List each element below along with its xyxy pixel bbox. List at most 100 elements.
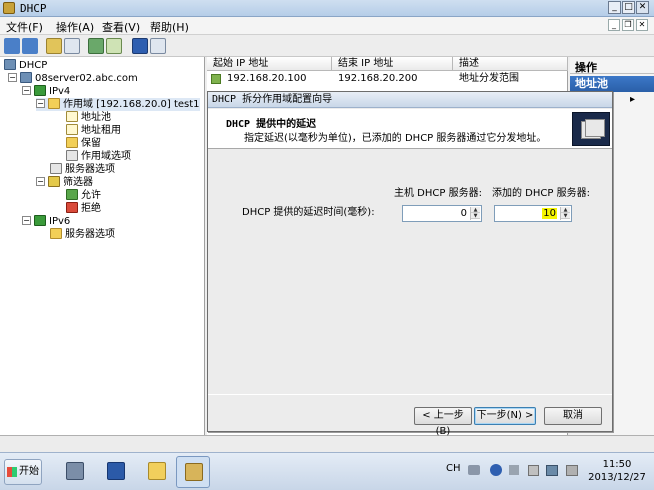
column-header-description[interactable]: 描述: [453, 57, 568, 71]
menu-file[interactable]: 文件(F): [6, 19, 43, 35]
taskbar: 开始 CH 11:50 2013/12/27: [0, 452, 654, 490]
close-button[interactable]: ✕: [636, 1, 649, 14]
help-tray-icon[interactable]: [490, 464, 502, 476]
language-indicator[interactable]: CH: [446, 463, 461, 474]
reservations-icon: [66, 137, 78, 148]
collapse-icon[interactable]: −: [8, 73, 17, 82]
tree-node-server-options-v6[interactable]: 服务器选项: [50, 228, 115, 241]
network-icon[interactable]: [546, 465, 558, 476]
toolbar: [0, 35, 654, 57]
tree-node-server-options-v4[interactable]: 服务器选项: [50, 163, 115, 176]
folder-icon: [148, 462, 166, 480]
wizard-pages-icon: [572, 112, 610, 146]
row-start-ip[interactable]: 192.168.20.100: [227, 72, 307, 85]
collapse-icon[interactable]: −: [22, 86, 31, 95]
back-arrow-icon[interactable]: [4, 38, 20, 54]
server-icon: [20, 72, 32, 83]
title-bar[interactable]: DHCP _ □ ✕: [0, 0, 654, 17]
keyboard-icon[interactable]: [468, 465, 480, 475]
collapse-icon[interactable]: −: [36, 177, 45, 186]
tree-node-scope[interactable]: − 作用域 [192.168.20.0] test1: [36, 98, 200, 111]
server-manager-taskbar-button[interactable]: [58, 456, 92, 488]
deny-icon: [66, 202, 78, 213]
added-delay-value: 10: [542, 208, 557, 219]
tree-node-deny[interactable]: 拒绝: [66, 202, 101, 215]
delay-label: DHCP 提供的延迟时间(毫秒):: [242, 207, 375, 218]
help-icon[interactable]: [132, 38, 148, 54]
server-options-icon: [50, 163, 62, 174]
host-server-label: 主机 DHCP 服务器:: [394, 188, 482, 199]
export-list-icon[interactable]: [106, 38, 122, 54]
show-hide-tree-icon[interactable]: [64, 38, 80, 54]
scope-folder-icon: [48, 98, 60, 109]
host-delay-arrows[interactable]: ▲ ▼: [470, 207, 480, 220]
column-header-end-ip[interactable]: 结束 IP 地址: [332, 57, 453, 71]
added-server-label: 添加的 DHCP 服务器:: [492, 188, 590, 199]
explorer-taskbar-button[interactable]: [140, 456, 174, 488]
tree-node-dhcp[interactable]: DHCP: [4, 59, 47, 72]
forward-arrow-icon[interactable]: [22, 38, 38, 54]
action-pane-icon[interactable]: [150, 38, 166, 54]
wizard-header: DHCP 提供中的延迟 指定延迟(以毫秒为单位)，已添加的 DHCP 服务器通过…: [208, 109, 612, 149]
host-delay-stepper[interactable]: 0 ▲ ▼: [402, 205, 482, 222]
clock-time: 11:50: [602, 459, 632, 470]
address-pool-icon: [66, 111, 78, 122]
mdi-minimize-icon[interactable]: _: [608, 19, 620, 31]
status-bar: [0, 435, 654, 452]
collapse-icon[interactable]: −: [22, 216, 31, 225]
ipv6-icon: [34, 215, 46, 226]
refresh-icon[interactable]: [88, 38, 104, 54]
tray-options-icon[interactable]: [509, 465, 519, 475]
wizard-separator: [208, 394, 612, 395]
mdi-close-icon[interactable]: ✕: [636, 19, 648, 31]
menu-view[interactable]: 查看(V): [102, 19, 140, 35]
tree-node-ipv6[interactable]: − IPv6: [22, 215, 70, 228]
split-scope-wizard: DHCP 拆分作用域配置向导 DHCP 提供中的延迟 指定延迟(以毫秒为单位)，…: [207, 91, 613, 437]
row-description: 地址分发范围: [459, 73, 519, 84]
wizard-heading: DHCP 提供中的延迟: [226, 119, 317, 130]
back-button[interactable]: < 上一步(B): [414, 407, 472, 437]
tree-node-scope-options[interactable]: 作用域选项: [66, 150, 131, 163]
added-delay-stepper[interactable]: 10 ▲ ▼: [494, 205, 572, 222]
tree-node-address-leases[interactable]: 地址租用: [66, 124, 121, 137]
maximize-button[interactable]: □: [622, 1, 635, 14]
menu-help[interactable]: 帮助(H): [150, 19, 189, 35]
menu-bar: 文件(F) 操作(A) 查看(V) 帮助(H) _ ❐ ✕: [0, 17, 654, 35]
column-header-start-ip[interactable]: 起始 IP 地址: [207, 57, 332, 71]
added-delay-arrows[interactable]: ▲ ▼: [560, 207, 570, 220]
collapse-icon[interactable]: −: [36, 99, 45, 108]
tree-node-address-pool[interactable]: 地址池: [66, 111, 111, 124]
host-delay-value: 0: [460, 208, 467, 219]
start-button[interactable]: 开始: [4, 459, 42, 485]
spin-down-icon[interactable]: ▼: [471, 213, 480, 219]
console-tree: DHCP −08server02.abc.com − IPv4 − 作用域 [192…: [0, 57, 205, 435]
dhcp-taskbar-button[interactable]: [176, 456, 210, 488]
mdi-restore-icon[interactable]: ❐: [622, 19, 634, 31]
up-folder-icon[interactable]: [46, 38, 62, 54]
cancel-button[interactable]: 取消: [544, 407, 602, 425]
actions-address-pool[interactable]: 地址池: [570, 76, 654, 92]
tree-node-ipv4[interactable]: − IPv4: [22, 85, 70, 98]
spin-down-icon[interactable]: ▼: [561, 213, 570, 219]
tree-node-allow[interactable]: 允许: [66, 189, 101, 202]
minimize-button[interactable]: _: [608, 1, 621, 14]
row-end-ip: 192.168.20.200: [338, 73, 418, 84]
ipv4-icon: [34, 85, 46, 96]
windows-logo-icon: [7, 467, 17, 477]
mdi-controls: _ ❐ ✕: [608, 19, 648, 31]
tree-node-server[interactable]: −08server02.abc.com: [8, 72, 138, 85]
system-clock[interactable]: 11:50 2013/12/27: [584, 458, 650, 484]
volume-icon[interactable]: [566, 465, 578, 476]
filter-icon: [48, 176, 60, 187]
server-options-v6-icon: [50, 228, 62, 239]
action-center-icon[interactable]: [528, 465, 539, 476]
menu-action[interactable]: 操作(A): [56, 19, 94, 35]
next-button[interactable]: 下一步(N) >: [474, 407, 536, 425]
dhcp-app-icon: [3, 2, 15, 14]
tree-node-filters[interactable]: − 筛选器: [36, 176, 93, 189]
ip-range-icon: [211, 74, 221, 84]
wizard-description: 指定延迟(以毫秒为单位)，已添加的 DHCP 服务器通过它分发地址。: [244, 133, 547, 144]
powershell-taskbar-button[interactable]: [99, 456, 133, 488]
tree-node-reservations[interactable]: 保留: [66, 137, 101, 150]
wizard-title: DHCP 拆分作用域配置向导: [208, 92, 612, 108]
